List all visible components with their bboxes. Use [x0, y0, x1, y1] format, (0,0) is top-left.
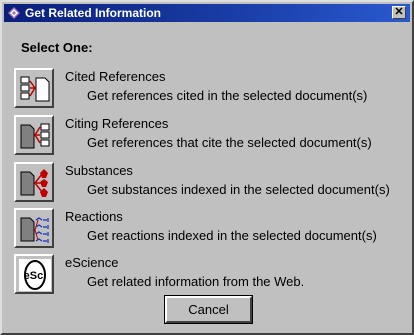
- title-bar[interactable]: Get Related Information ✕: [4, 4, 410, 22]
- citing-references-button[interactable]: [14, 115, 54, 155]
- substances-icon: [20, 169, 48, 197]
- option-description: Get references that cite the selected do…: [87, 135, 372, 150]
- option-title: Substances: [65, 163, 133, 178]
- option-title: Reactions: [65, 209, 123, 224]
- reactions-icon: [20, 217, 49, 243]
- window-title: Get Related Information: [25, 6, 162, 20]
- close-button[interactable]: ✕: [392, 6, 406, 19]
- option-citing-references: Citing References Get references that ci…: [14, 115, 404, 155]
- option-description: Get references cited in the selected doc…: [87, 88, 368, 103]
- option-description: Get substances indexed in the selected d…: [87, 182, 390, 197]
- escience-logo-text: eSci: [24, 270, 47, 282]
- option-title: Cited References: [65, 69, 166, 84]
- get-related-information-dialog: Get Related Information ✕ Select One: Ci…: [0, 0, 414, 335]
- option-description: Get reactions indexed in the selected do…: [87, 228, 377, 243]
- cited-references-icon: [20, 76, 50, 102]
- escience-icon: eSci: [19, 259, 51, 291]
- option-substances: Substances Get substances indexed in the…: [14, 162, 404, 202]
- app-diamond-icon: [8, 7, 20, 19]
- option-cited-references: Cited References Get references cited in…: [14, 68, 404, 108]
- option-escience: eSci eScience Get related information fr…: [14, 254, 404, 294]
- select-one-heading: Select One:: [21, 40, 93, 55]
- citing-references-icon: [20, 123, 50, 149]
- cited-references-button[interactable]: [14, 68, 54, 108]
- option-description: Get related information from the Web.: [87, 274, 305, 289]
- option-title: Citing References: [65, 116, 169, 131]
- cancel-button[interactable]: Cancel: [164, 295, 253, 324]
- option-title: eScience: [65, 255, 119, 270]
- reactions-button[interactable]: [14, 208, 54, 248]
- substances-button[interactable]: [14, 162, 54, 202]
- escience-button[interactable]: eSci: [14, 254, 54, 294]
- option-reactions: Reactions Get reactions indexed in the s…: [14, 208, 404, 248]
